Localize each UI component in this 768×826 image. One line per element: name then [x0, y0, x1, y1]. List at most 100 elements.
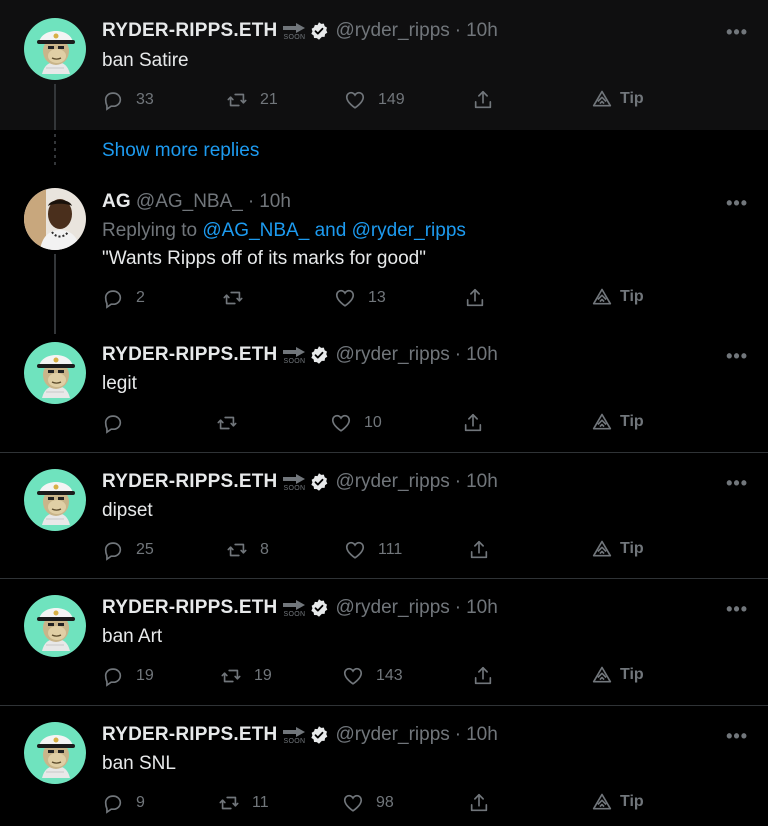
timestamp[interactable]: 10h	[466, 724, 498, 746]
reply-count: 19	[136, 667, 154, 684]
tweet[interactable]: AG @AG_NBA_ · 10h ••• Replying to @AG_NB…	[0, 180, 768, 334]
mention-link[interactable]: @ryder_ripps	[352, 220, 466, 241]
ellipsis-icon[interactable]: •••	[726, 346, 748, 367]
tweet-header: RYDER-RIPPS.ETH SOON @ryder_ripps · 10h	[102, 724, 498, 746]
tweet[interactable]: RYDER-RIPPS.ETH SOON @ryder_ripps · 10h …	[0, 706, 768, 826]
avatar[interactable]	[24, 595, 86, 657]
like-button[interactable]: 98	[342, 792, 394, 814]
tweet-header: AG @AG_NBA_ · 10h	[102, 191, 291, 213]
timestamp[interactable]: 10h	[466, 344, 498, 366]
ellipsis-icon[interactable]: •••	[726, 473, 748, 494]
replying-and: and	[314, 220, 347, 241]
avatar[interactable]	[24, 188, 86, 250]
handle[interactable]: @ryder_ripps	[335, 344, 449, 366]
like-button[interactable]: 111	[344, 539, 402, 561]
tweet-text: "Wants Ripps off of its marks for good"	[102, 248, 426, 269]
tip-button[interactable]: Tip	[592, 792, 644, 812]
share-button[interactable]	[462, 412, 496, 434]
tweet-header: RYDER-RIPPS.ETH SOON @ryder_ripps · 10h	[102, 597, 498, 619]
retweet-icon	[218, 792, 240, 814]
like-button[interactable]: 143	[342, 665, 403, 687]
retweet-button[interactable]	[216, 412, 250, 434]
like-button[interactable]: 13	[334, 287, 386, 309]
share-button[interactable]	[468, 539, 502, 561]
display-name[interactable]: RYDER-RIPPS.ETH	[102, 471, 277, 493]
retweet-button[interactable]: 8	[226, 539, 269, 561]
heart-icon	[344, 539, 366, 561]
ellipsis-icon[interactable]: •••	[726, 22, 748, 43]
reply-button[interactable]: 25	[102, 539, 154, 561]
display-name[interactable]: RYDER-RIPPS.ETH	[102, 724, 277, 746]
handle[interactable]: @ryder_ripps	[335, 20, 449, 42]
timestamp[interactable]: 10h	[259, 191, 291, 213]
separator-dot: ·	[454, 20, 462, 41]
tip-button[interactable]: Tip	[592, 539, 644, 559]
retweet-count: 19	[254, 667, 272, 684]
replying-prefix: Replying to	[102, 220, 198, 241]
avatar[interactable]	[24, 342, 86, 404]
tip-icon	[592, 412, 612, 432]
ellipsis-icon[interactable]: •••	[726, 193, 748, 214]
retweet-icon	[226, 89, 248, 111]
arrow-soon-icon: SOON	[283, 347, 305, 365]
tip-label: Tip	[620, 666, 644, 683]
handle[interactable]: @ryder_ripps	[335, 724, 449, 746]
reply-button[interactable]	[102, 412, 136, 434]
share-button[interactable]	[472, 665, 506, 687]
share-icon	[464, 287, 486, 309]
separator-dot: ·	[247, 191, 255, 212]
tweet[interactable]: RYDER-RIPPS.ETH SOON @ryder_ripps · 10h …	[0, 0, 768, 130]
arrow-soon-icon: SOON	[283, 474, 305, 492]
display-name[interactable]: RYDER-RIPPS.ETH	[102, 20, 277, 42]
retweet-icon	[216, 412, 238, 434]
display-name[interactable]: RYDER-RIPPS.ETH	[102, 597, 277, 619]
share-button[interactable]	[472, 89, 506, 111]
tweet-header: RYDER-RIPPS.ETH SOON @ryder_ripps · 10h	[102, 20, 498, 42]
like-button[interactable]: 149	[344, 89, 405, 111]
mention-link[interactable]: @AG_NBA_	[202, 220, 309, 241]
tweet[interactable]: RYDER-RIPPS.ETH SOON @ryder_ripps · 10h …	[0, 330, 768, 452]
replying-to: Replying to @AG_NBA_ and @ryder_ripps	[102, 220, 466, 242]
retweet-button[interactable]: 21	[226, 89, 278, 111]
tip-button[interactable]: Tip	[592, 287, 644, 307]
handle[interactable]: @ryder_ripps	[335, 471, 449, 493]
like-button[interactable]: 10	[330, 412, 382, 434]
share-button[interactable]	[468, 792, 502, 814]
reply-button[interactable]: 2	[102, 287, 145, 309]
reply-button[interactable]: 9	[102, 792, 145, 814]
tip-button[interactable]: Tip	[592, 665, 644, 685]
timestamp[interactable]: 10h	[466, 597, 498, 619]
like-count: 10	[364, 414, 382, 431]
tip-button[interactable]: Tip	[592, 89, 644, 109]
display-name[interactable]: AG	[102, 191, 131, 213]
handle[interactable]: @ryder_ripps	[335, 597, 449, 619]
speech-bubble-icon	[102, 287, 124, 309]
avatar[interactable]	[24, 469, 86, 531]
show-more-replies-link[interactable]: Show more replies	[102, 140, 259, 162]
retweet-button[interactable]: 19	[220, 665, 272, 687]
avatar[interactable]	[24, 722, 86, 784]
ellipsis-icon[interactable]: •••	[726, 599, 748, 620]
avatar[interactable]	[24, 18, 86, 80]
tweet[interactable]: RYDER-RIPPS.ETH SOON @ryder_ripps · 10h …	[0, 579, 768, 705]
tweet-actions: 33 21 149 Tip	[102, 89, 662, 115]
retweet-button[interactable]	[222, 287, 256, 309]
handle[interactable]: @AG_NBA_	[136, 191, 243, 213]
timestamp[interactable]: 10h	[466, 471, 498, 493]
reply-button[interactable]: 19	[102, 665, 154, 687]
tip-icon	[592, 287, 612, 307]
retweet-icon	[226, 539, 248, 561]
ellipsis-icon[interactable]: •••	[726, 726, 748, 747]
heart-icon	[342, 665, 364, 687]
share-button[interactable]	[464, 287, 498, 309]
retweet-button[interactable]: 11	[218, 792, 269, 814]
like-count: 143	[376, 667, 403, 684]
tip-button[interactable]: Tip	[592, 412, 644, 432]
verified-badge-icon	[309, 725, 329, 745]
tweet-actions: 19 19 143 Tip	[102, 665, 662, 691]
thread-dotted-line	[54, 134, 56, 168]
tweet[interactable]: RYDER-RIPPS.ETH SOON @ryder_ripps · 10h …	[0, 453, 768, 578]
timestamp[interactable]: 10h	[466, 20, 498, 42]
reply-button[interactable]: 33	[102, 89, 154, 111]
display-name[interactable]: RYDER-RIPPS.ETH	[102, 344, 277, 366]
